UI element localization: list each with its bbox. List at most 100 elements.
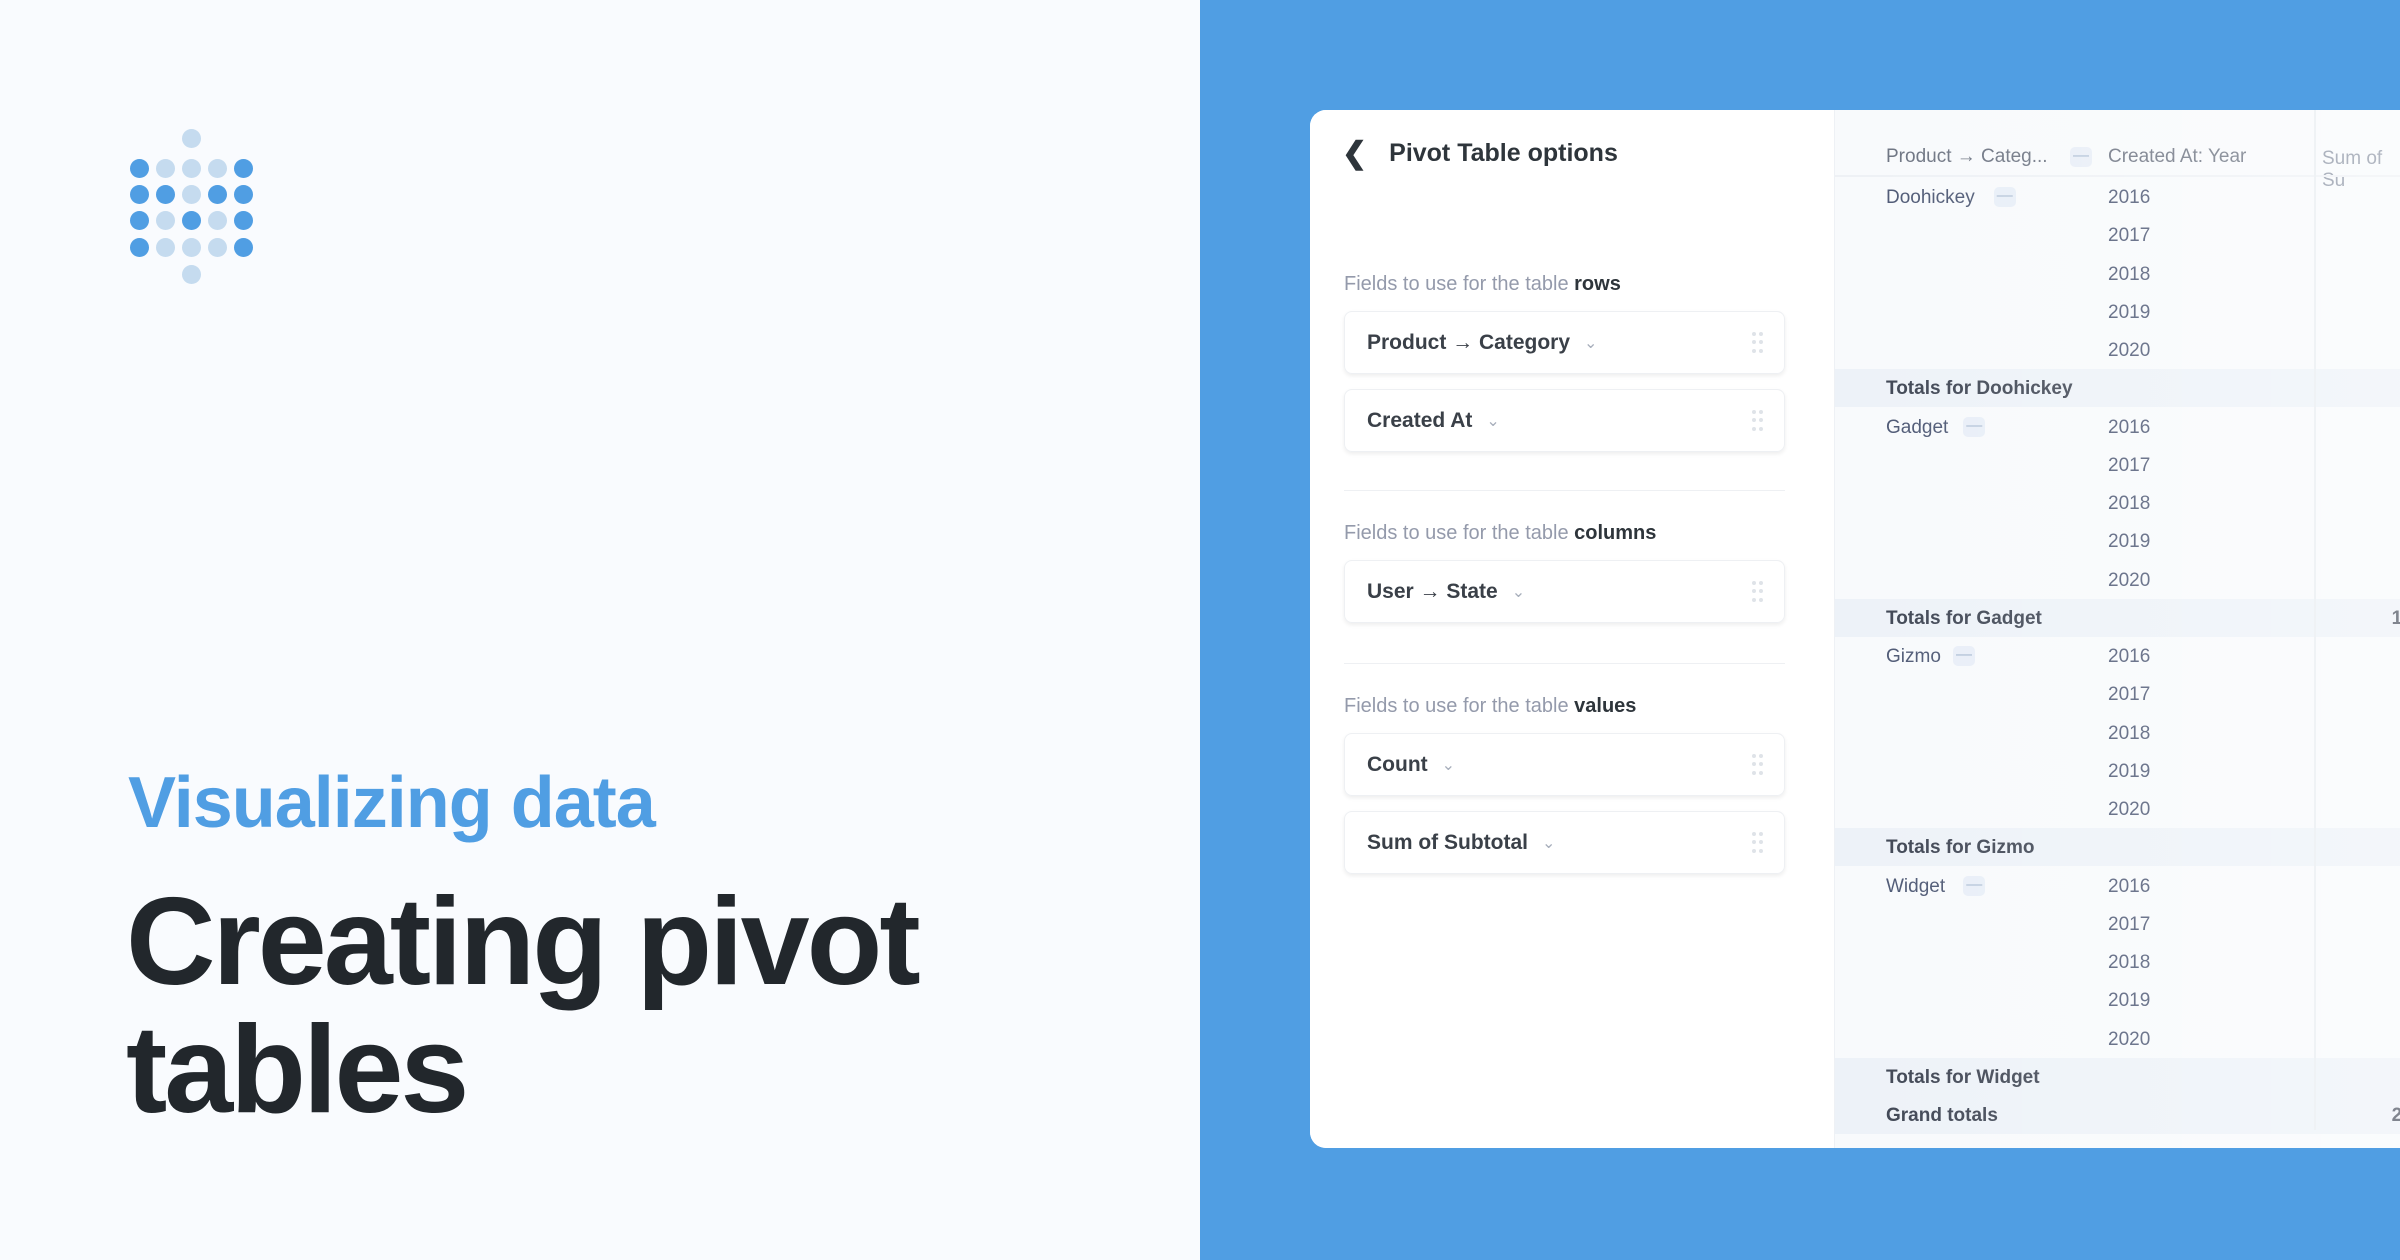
year-cell: 2016 <box>2108 646 2151 667</box>
year-cell: 2020 <box>2108 1028 2151 1050</box>
hero-title: Creating pivot tables <box>126 873 921 1139</box>
field-name[interactable]: Count <box>1367 753 1428 777</box>
collapse-minus-icon[interactable]: — <box>1953 646 1975 666</box>
chevron-down-icon[interactable]: ⌄ <box>1512 582 1525 602</box>
header-category[interactable]: Product → Categ... <box>1886 146 2048 168</box>
pivot-options-sidebar: ❮ Pivot Table options Fields to use for … <box>1310 110 1835 1148</box>
logo-dot <box>234 211 253 230</box>
year-cell: 2019 <box>2108 990 2151 1012</box>
chevron-left-icon[interactable]: ❮ <box>1342 136 1367 171</box>
logo-dot <box>130 159 149 178</box>
logo-dot <box>156 185 175 204</box>
year-cell: 2018 <box>2108 263 2151 285</box>
header-year[interactable]: Created At: Year <box>2108 146 2246 168</box>
logo-dot <box>182 159 201 178</box>
year-cell: 2016 <box>2108 416 2151 438</box>
logo-dot <box>130 185 149 204</box>
year-cell: 2020 <box>2108 799 2151 820</box>
logo-dot <box>130 238 149 257</box>
field-name[interactable]: User → State <box>1367 580 1498 604</box>
year-cell: 2017 <box>2108 684 2151 706</box>
year-cell: 2019 <box>2108 301 2151 323</box>
logo-dot <box>156 159 175 178</box>
section-label-text: Fields to use for the table <box>1344 273 1575 295</box>
field-name[interactable]: Sum of Subtotal <box>1367 831 1528 855</box>
logo-dot <box>182 238 201 257</box>
drag-handle-icon[interactable] <box>1752 410 1763 432</box>
field-pill[interactable]: Created At ⌄ <box>1344 389 1785 452</box>
category-cell: Gizmo <box>1886 646 1941 667</box>
logo-dot <box>208 238 227 257</box>
hero-panel: Visualizing data Creating pivot tables <box>0 0 1200 1260</box>
field-pill[interactable]: Product → Category ⌄ <box>1344 311 1785 374</box>
totals-label: Totals for Gadget <box>1886 607 2042 629</box>
year-cell: 2017 <box>2108 225 2151 247</box>
collapse-minus-icon[interactable]: — <box>1963 416 1986 437</box>
section-label-text: Fields to use for the table <box>1344 522 1575 544</box>
field-name[interactable]: Created At <box>1367 409 1472 433</box>
logo-dot <box>208 159 227 178</box>
year-cell: 2019 <box>2108 531 2151 553</box>
section-label-text: Fields to use for the table <box>1344 695 1575 717</box>
field-pill[interactable]: Count ⌄ <box>1344 733 1785 796</box>
sidebar-title: Pivot Table options <box>1389 139 1618 167</box>
year-cell: 2018 <box>2108 722 2151 744</box>
category-cell: Gadget <box>1886 416 1949 438</box>
logo-dot <box>234 238 253 257</box>
logo-dot <box>156 238 175 257</box>
section-label-keyword: rows <box>1574 273 1621 295</box>
chevron-down-icon[interactable]: ⌄ <box>1442 755 1455 775</box>
category-cell: Doohickey <box>1886 187 1975 208</box>
section-label-values: Fields to use for the table values <box>1344 695 1636 718</box>
sidebar-header[interactable]: ❮ Pivot Table options <box>1342 136 1618 171</box>
value-cell: 1,2 <box>2391 607 2400 629</box>
column-divider <box>2314 110 2316 1130</box>
hero-title-line-1: Creating pivot <box>126 873 921 1011</box>
collapse-minus-icon[interactable]: — <box>1993 187 2016 207</box>
field-pill[interactable]: Sum of Subtotal ⌄ <box>1344 811 1785 874</box>
totals-label: Totals for Widget <box>1886 1066 2040 1088</box>
value-cell: 2,8 <box>2391 1105 2400 1126</box>
section-label-columns: Fields to use for the table columns <box>1344 522 1656 545</box>
section-label-rows: Fields to use for the table rows <box>1344 273 1621 296</box>
totals-label: Totals for Gizmo <box>1886 837 2035 859</box>
totals-label: Grand totals <box>1886 1105 1998 1126</box>
logo-dot <box>182 211 201 230</box>
section-divider <box>1344 663 1785 664</box>
logo-dot <box>182 129 201 148</box>
year-cell: 2019 <box>2108 760 2151 782</box>
drag-handle-icon[interactable] <box>1752 332 1763 354</box>
hero-title-line-2: tables <box>126 1001 469 1139</box>
logo-dot <box>208 185 227 204</box>
drag-handle-icon[interactable] <box>1752 581 1763 603</box>
year-cell: 2020 <box>2108 340 2151 361</box>
drag-handle-icon[interactable] <box>1752 832 1763 854</box>
year-cell: 2017 <box>2108 913 2151 935</box>
collapse-minus-icon[interactable]: — <box>1963 875 1986 896</box>
logo-dot <box>156 211 175 230</box>
year-cell: 2018 <box>2108 493 2151 514</box>
logo-dot <box>208 211 227 230</box>
section-label-keyword: columns <box>1574 522 1657 544</box>
logo-dot <box>234 185 253 204</box>
field-pill[interactable]: User → State ⌄ <box>1344 560 1785 623</box>
year-cell: 2020 <box>2108 569 2151 591</box>
year-cell: 2016 <box>2108 187 2151 208</box>
year-cell: 2017 <box>2108 454 2151 476</box>
chevron-down-icon[interactable]: ⌄ <box>1584 333 1597 353</box>
chevron-down-icon[interactable]: ⌄ <box>1542 833 1555 853</box>
section-label-keyword: values <box>1574 695 1637 717</box>
pivot-table: Product → Categ... — Created At: Year Su… <box>1835 110 2400 1148</box>
collapse-minus-icon[interactable]: — <box>2070 147 2092 167</box>
chevron-down-icon[interactable]: ⌄ <box>1486 411 1499 431</box>
section-divider <box>1344 490 1785 491</box>
logo-dot <box>130 211 149 230</box>
drag-handle-icon[interactable] <box>1752 754 1763 776</box>
hero-kicker: Visualizing data <box>128 763 656 843</box>
app-window: ❮ Pivot Table options Fields to use for … <box>1310 110 2400 1148</box>
year-cell: 2018 <box>2108 952 2151 973</box>
logo-dot <box>234 159 253 178</box>
field-name[interactable]: Product → Category <box>1367 331 1570 355</box>
category-cell: Widget <box>1886 875 1946 897</box>
logo-dot <box>182 185 201 204</box>
